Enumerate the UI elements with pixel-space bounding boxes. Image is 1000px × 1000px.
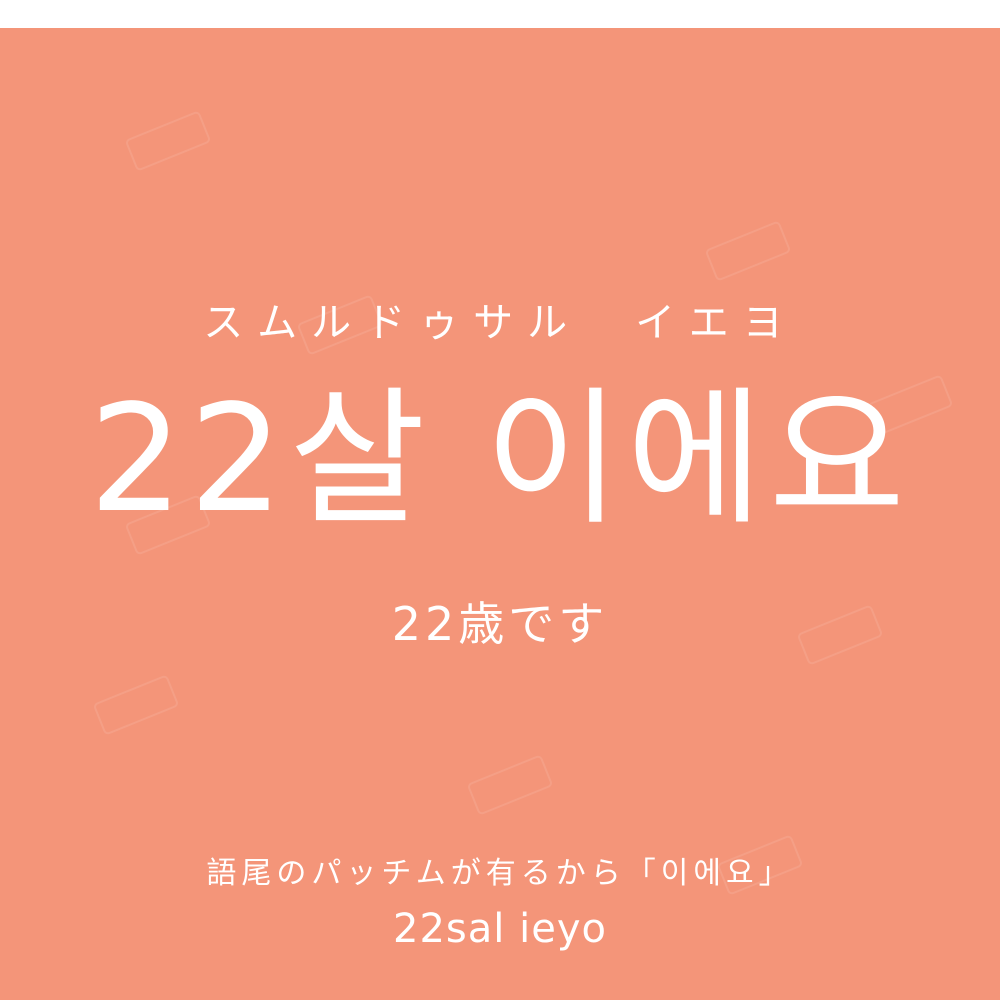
- japanese-translation: 22歳です: [391, 597, 609, 651]
- korean-headline: 22살 이에요: [88, 373, 911, 545]
- watermark-logo: [92, 674, 180, 736]
- grammar-note: 語尾のパッチムが有るから「이에요」: [206, 856, 794, 891]
- kana-reading: スムルドゥサル イエヨ: [203, 300, 797, 346]
- top-strip: [0, 0, 1000, 28]
- watermark-logo: [124, 110, 212, 172]
- watermark-logo: [704, 220, 792, 282]
- watermark-logo: [466, 754, 554, 816]
- romanization: 22sal ieyo: [393, 906, 607, 952]
